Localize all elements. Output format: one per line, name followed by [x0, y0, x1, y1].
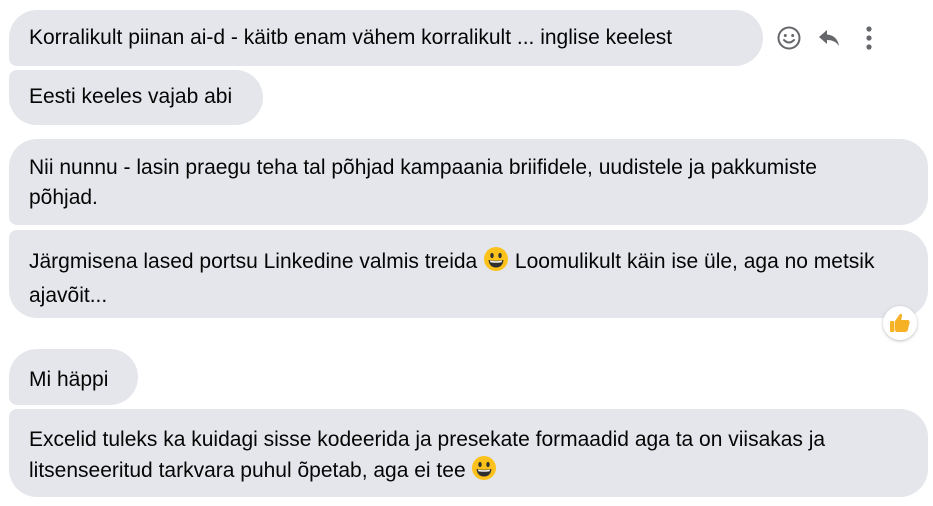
more-options-icon [866, 26, 872, 50]
message-text: Eesti keeles vajab abi [29, 85, 233, 108]
message-reaction[interactable] [883, 306, 917, 340]
message-bubble[interactable]: Korralikult piinan ai-d - käitb enam väh… [9, 10, 763, 66]
message-text-part: Järgmisena lased portsu Linkedine valmis… [29, 250, 478, 273]
more-options-button[interactable] [854, 23, 884, 53]
grinning-face-emoji [471, 455, 497, 490]
message-bubble[interactable]: Eesti keeles vajab abi [9, 70, 263, 125]
smiley-icon [777, 26, 801, 50]
reply-button[interactable] [814, 23, 844, 53]
message-bubble[interactable]: Nii nunnu - lasin praegu teha tal põhjad… [9, 139, 928, 225]
message-bubble[interactable]: Mi häppi [9, 349, 138, 405]
message-bubble[interactable]: Järgmisena lased portsu Linkedine valmis… [9, 230, 928, 318]
message-actions [774, 20, 884, 56]
message-text: Excelid tuleks ka kuidagi sisse kodeerid… [29, 428, 826, 482]
message-text: Mi häppi [29, 368, 109, 391]
message-text: Nii nunnu - lasin praegu teha tal põhjad… [29, 156, 817, 209]
react-button[interactable] [774, 23, 804, 53]
thumbs-up-icon [890, 313, 910, 332]
message-text: Korralikult piinan ai-d - käitb enam väh… [29, 26, 673, 49]
grinning-face-emoji [483, 246, 509, 281]
message-bubble[interactable]: Excelid tuleks ka kuidagi sisse kodeerid… [9, 409, 928, 497]
reply-icon [819, 30, 839, 46]
